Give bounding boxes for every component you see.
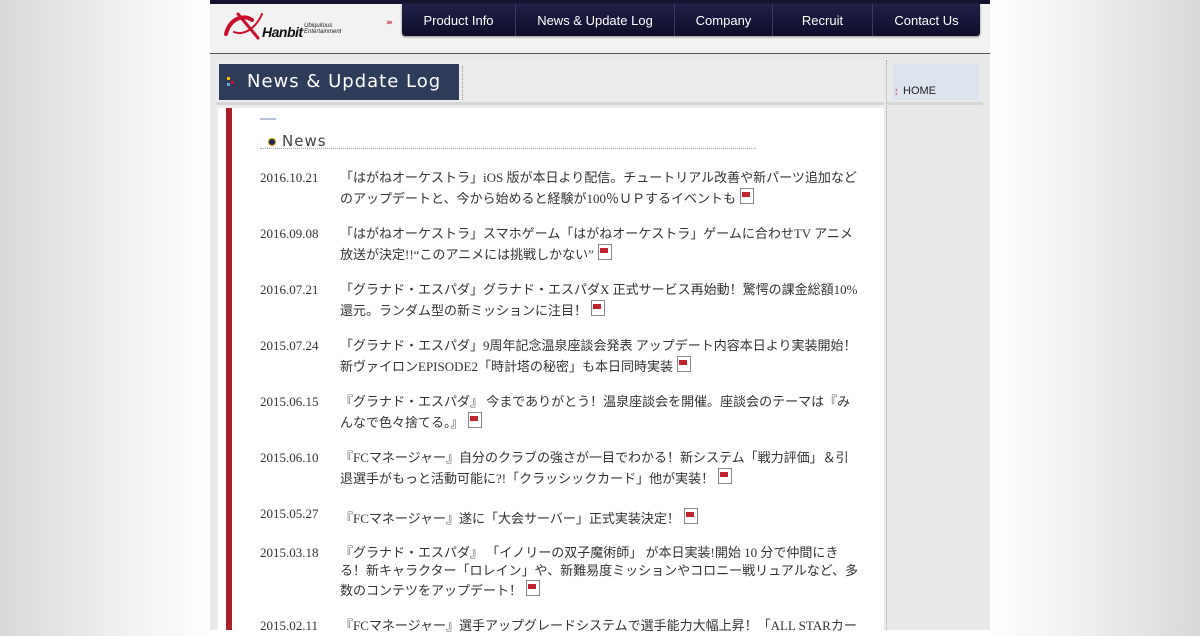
page-title-bar: News & Update Log — [219, 64, 459, 100]
home-label: HOME — [903, 85, 936, 97]
news-link[interactable]: 『グラナド・エスパダ』 「イノリーの双子魔術師」 が本日実装!開始 10 分で仲… — [340, 545, 858, 598]
pdf-icon[interactable] — [526, 580, 541, 596]
news-item: 2016.07.21 「グラナド・エスパダ」グラナド・エスパダX 正式サービス再… — [260, 280, 860, 321]
sidebar-home-link[interactable]: › › HOME — [893, 64, 979, 100]
page-title: News & Update Log — [247, 71, 442, 92]
pdf-icon[interactable] — [683, 508, 698, 524]
logo-swoosh-icon — [224, 12, 263, 40]
news-link[interactable]: 『FCマネージャー』選手アップグレードシステムで選手能力大幅上昇！「ALL ST… — [340, 618, 857, 633]
news-item: 2016.10.21 「はがねオーケストラ」iOS 版が本日より配信。チュートリ… — [260, 168, 860, 209]
news-date: 2015.07.24 — [260, 338, 319, 353]
nav-arrow-icon: ››› — [386, 18, 393, 28]
nav-item-recruit[interactable]: Recruit — [773, 4, 873, 36]
hanbit-logo[interactable]: Hanbit Ubiquitous Entertainment — [222, 10, 352, 44]
news-link[interactable]: 『FCマネージャー』自分のクラブの強さが一目でわかる！新システム「戦力評価」＆引… — [340, 450, 849, 486]
logo-tagline: Ubiquitous Entertainment — [304, 23, 342, 35]
sidebar-underline — [887, 102, 983, 105]
news-link[interactable]: 「はがねオーケストラ」スマホゲーム「はがねオーケストラ」ゲームに合わせTV アニ… — [340, 226, 853, 262]
news-section-title: News — [282, 132, 327, 150]
nav-item-news-update-log[interactable]: News & Update Log — [516, 4, 675, 36]
page-container: Hanbit Ubiquitous Entertainment ››› Prod… — [210, 0, 990, 633]
main-content: News & Update Log News 2016.10.21 「はがねオー… — [216, 60, 884, 633]
news-item: 2015.05.27 『FCマネージャー』遂に「大会サーバー」正式実装決定！ — [260, 504, 860, 529]
news-item: 2015.06.15 『グラナド・エスパダ』 今までありがとう！温泉座談会を開催… — [260, 392, 860, 433]
news-link[interactable]: 「はがねオーケストラ」iOS 版が本日より配信。チュートリアル改善や新パーツ追加… — [340, 170, 857, 206]
title-dots-icon — [227, 77, 234, 86]
logo-brand-name: Hanbit — [262, 24, 303, 40]
news-link[interactable]: 「グラナド・エスパダ」9周年記念温泉座談会発表 アップデート内容本日より実装開始… — [340, 338, 857, 374]
nav-item-contact-us[interactable]: Contact Us — [873, 4, 980, 36]
news-item: 2015.02.11 『FCマネージャー』選手アップグレードシステムで選手能力大… — [260, 616, 860, 636]
news-date: 2015.06.15 — [260, 394, 319, 409]
pdf-icon[interactable] — [676, 356, 691, 372]
pdf-icon[interactable] — [739, 188, 754, 204]
news-link[interactable]: 『FCマネージャー』遂に「大会サーバー」正式実装決定！ — [340, 511, 680, 526]
pdf-icon[interactable] — [591, 300, 606, 316]
title-underline — [216, 102, 884, 105]
news-section-header: News — [260, 118, 756, 150]
news-date: 2016.07.21 — [260, 282, 319, 297]
news-link[interactable]: 『グラナド・エスパダ』 今までありがとう！温泉座談会を開催。座談会のテーマは『み… — [340, 394, 850, 430]
main-nav: ››› Product Info News & Update Log Compa… — [386, 4, 984, 40]
accent-red-bar — [226, 108, 232, 630]
nav-item-product-info[interactable]: Product Info — [402, 4, 516, 36]
title-divider — [462, 66, 464, 100]
pdf-icon[interactable] — [597, 244, 612, 260]
nav-bar: Product Info News & Update Log Company R… — [402, 4, 980, 36]
news-bullet-icon — [268, 138, 276, 146]
news-item: 2015.03.18 『グラナド・エスパダ』 「イノリーの双子魔術師」 が本日実… — [260, 544, 860, 600]
news-item: 2015.07.24 「グラナド・エスパダ」9周年記念温泉座談会発表 アップデー… — [260, 336, 860, 377]
nav-item-company[interactable]: Company — [675, 4, 773, 36]
sidebar: › › HOME — [886, 60, 987, 630]
news-date: 2015.03.18 — [260, 545, 319, 560]
news-date: 2016.09.08 — [260, 226, 319, 241]
news-item: 2015.06.10 『FCマネージャー』自分のクラブの強さが一目でわかる！新シ… — [260, 448, 860, 489]
news-panel: News 2016.10.21 「はがねオーケストラ」iOS 版が本日より配信。… — [218, 108, 884, 633]
news-date: 2015.06.10 — [260, 450, 319, 465]
home-arrow-icon: › › — [895, 86, 898, 98]
header-dash — [260, 118, 276, 120]
pdf-icon[interactable] — [718, 468, 733, 484]
news-item: 2016.09.08 「はがねオーケストラ」スマホゲーム「はがねオーケストラ」ゲ… — [260, 224, 860, 265]
pdf-icon[interactable] — [467, 412, 482, 428]
news-date: 2016.10.21 — [260, 170, 319, 185]
news-date: 2015.05.27 — [260, 506, 319, 521]
site-header: Hanbit Ubiquitous Entertainment ››› Prod… — [210, 0, 990, 54]
news-date: 2015.02.11 — [260, 618, 319, 633]
